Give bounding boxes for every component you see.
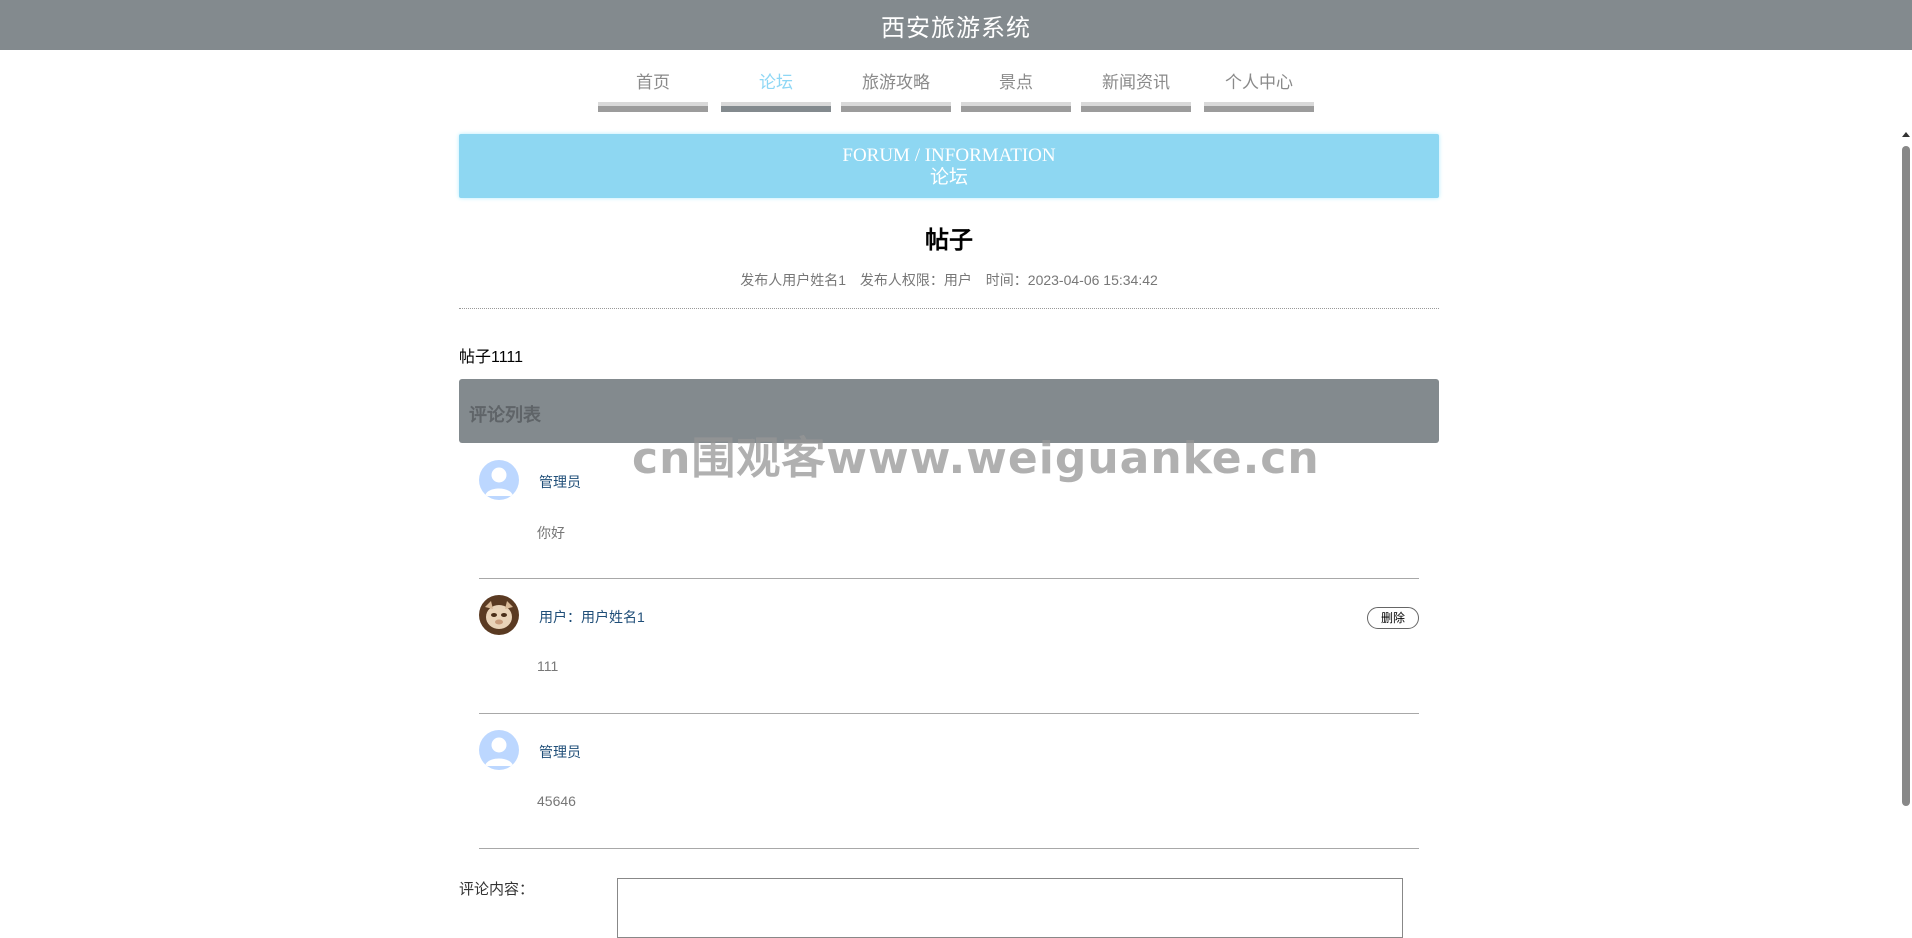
nav-item-label: 个人中心 [1225, 73, 1293, 92]
post-content: 帖子1111 [459, 349, 524, 366]
default-avatar-icon [479, 460, 519, 500]
nav-item-label: 新闻资讯 [1102, 73, 1170, 92]
watermark: cn围观客www.weiguanke.cn [632, 433, 1320, 484]
main-nav: 首页 论坛 旅游攻略 景点 新闻资讯 个人中心 [0, 64, 1912, 114]
comment-body: 111 [537, 658, 559, 674]
post-meta: 发布人用户姓名1 发布人权限：用户 时间：2023-04-06 15:34:42 [459, 270, 1439, 290]
scroll-up-arrow-icon[interactable] [1902, 132, 1910, 137]
nav-item-attractions[interactable]: 景点 [961, 64, 1071, 114]
comment-list-title: 评论列表 [469, 405, 541, 425]
comment-author: 用户：用户姓名1 [539, 609, 645, 625]
comment-author: 管理员 [539, 744, 581, 760]
nav-item-underline [1081, 102, 1191, 112]
nav-item-underline [1204, 102, 1314, 112]
comment-item: 管理员 45646 [479, 713, 1419, 849]
divider [459, 308, 1439, 309]
post-time: 时间：2023-04-06 15:34:42 [985, 272, 1158, 288]
nav-item-home[interactable]: 首页 [598, 64, 708, 114]
post-publisher: 发布人用户姓名1 [740, 272, 846, 288]
app-title: 西安旅游系统 [881, 14, 1031, 42]
nav-item-guides[interactable]: 旅游攻略 [841, 64, 951, 114]
scrollbar-thumb[interactable] [1902, 146, 1910, 806]
comment-input[interactable] [617, 878, 1403, 938]
comment-form-label: 评论内容： [459, 881, 535, 898]
nav-item-news[interactable]: 新闻资讯 [1081, 64, 1191, 114]
banner-english-title: FORUM / INFORMATION [842, 145, 1056, 166]
page-scrollbar[interactable] [1900, 128, 1912, 928]
top-header: 西安旅游系统 [0, 0, 1912, 50]
comment-body: 45646 [537, 793, 576, 809]
nav-item-underline [961, 102, 1071, 112]
comment-author: 管理员 [539, 474, 581, 490]
user-photo-avatar [479, 595, 519, 635]
nav-item-label: 旅游攻略 [862, 73, 930, 92]
nav-item-forum[interactable]: 论坛 [721, 64, 831, 114]
nav-item-label: 首页 [636, 73, 670, 92]
delete-comment-button[interactable]: 删除 [1367, 607, 1419, 629]
nav-item-label: 论坛 [759, 73, 793, 92]
nav-item-profile[interactable]: 个人中心 [1204, 64, 1314, 114]
comment-item: 用户：用户姓名1 删除 111 [479, 578, 1419, 714]
comment-body: 你好 [537, 525, 565, 541]
post-title: 帖子 [925, 227, 973, 254]
nav-item-underline [598, 102, 708, 112]
nav-item-underline [841, 102, 951, 112]
nav-item-underline [721, 102, 831, 112]
section-banner: FORUM / INFORMATION 论坛 [459, 134, 1439, 198]
banner-chinese-title: 论坛 [929, 167, 968, 188]
nav-item-label: 景点 [999, 73, 1033, 92]
default-avatar-icon [479, 730, 519, 770]
post-role: 发布人权限：用户 [859, 272, 972, 288]
